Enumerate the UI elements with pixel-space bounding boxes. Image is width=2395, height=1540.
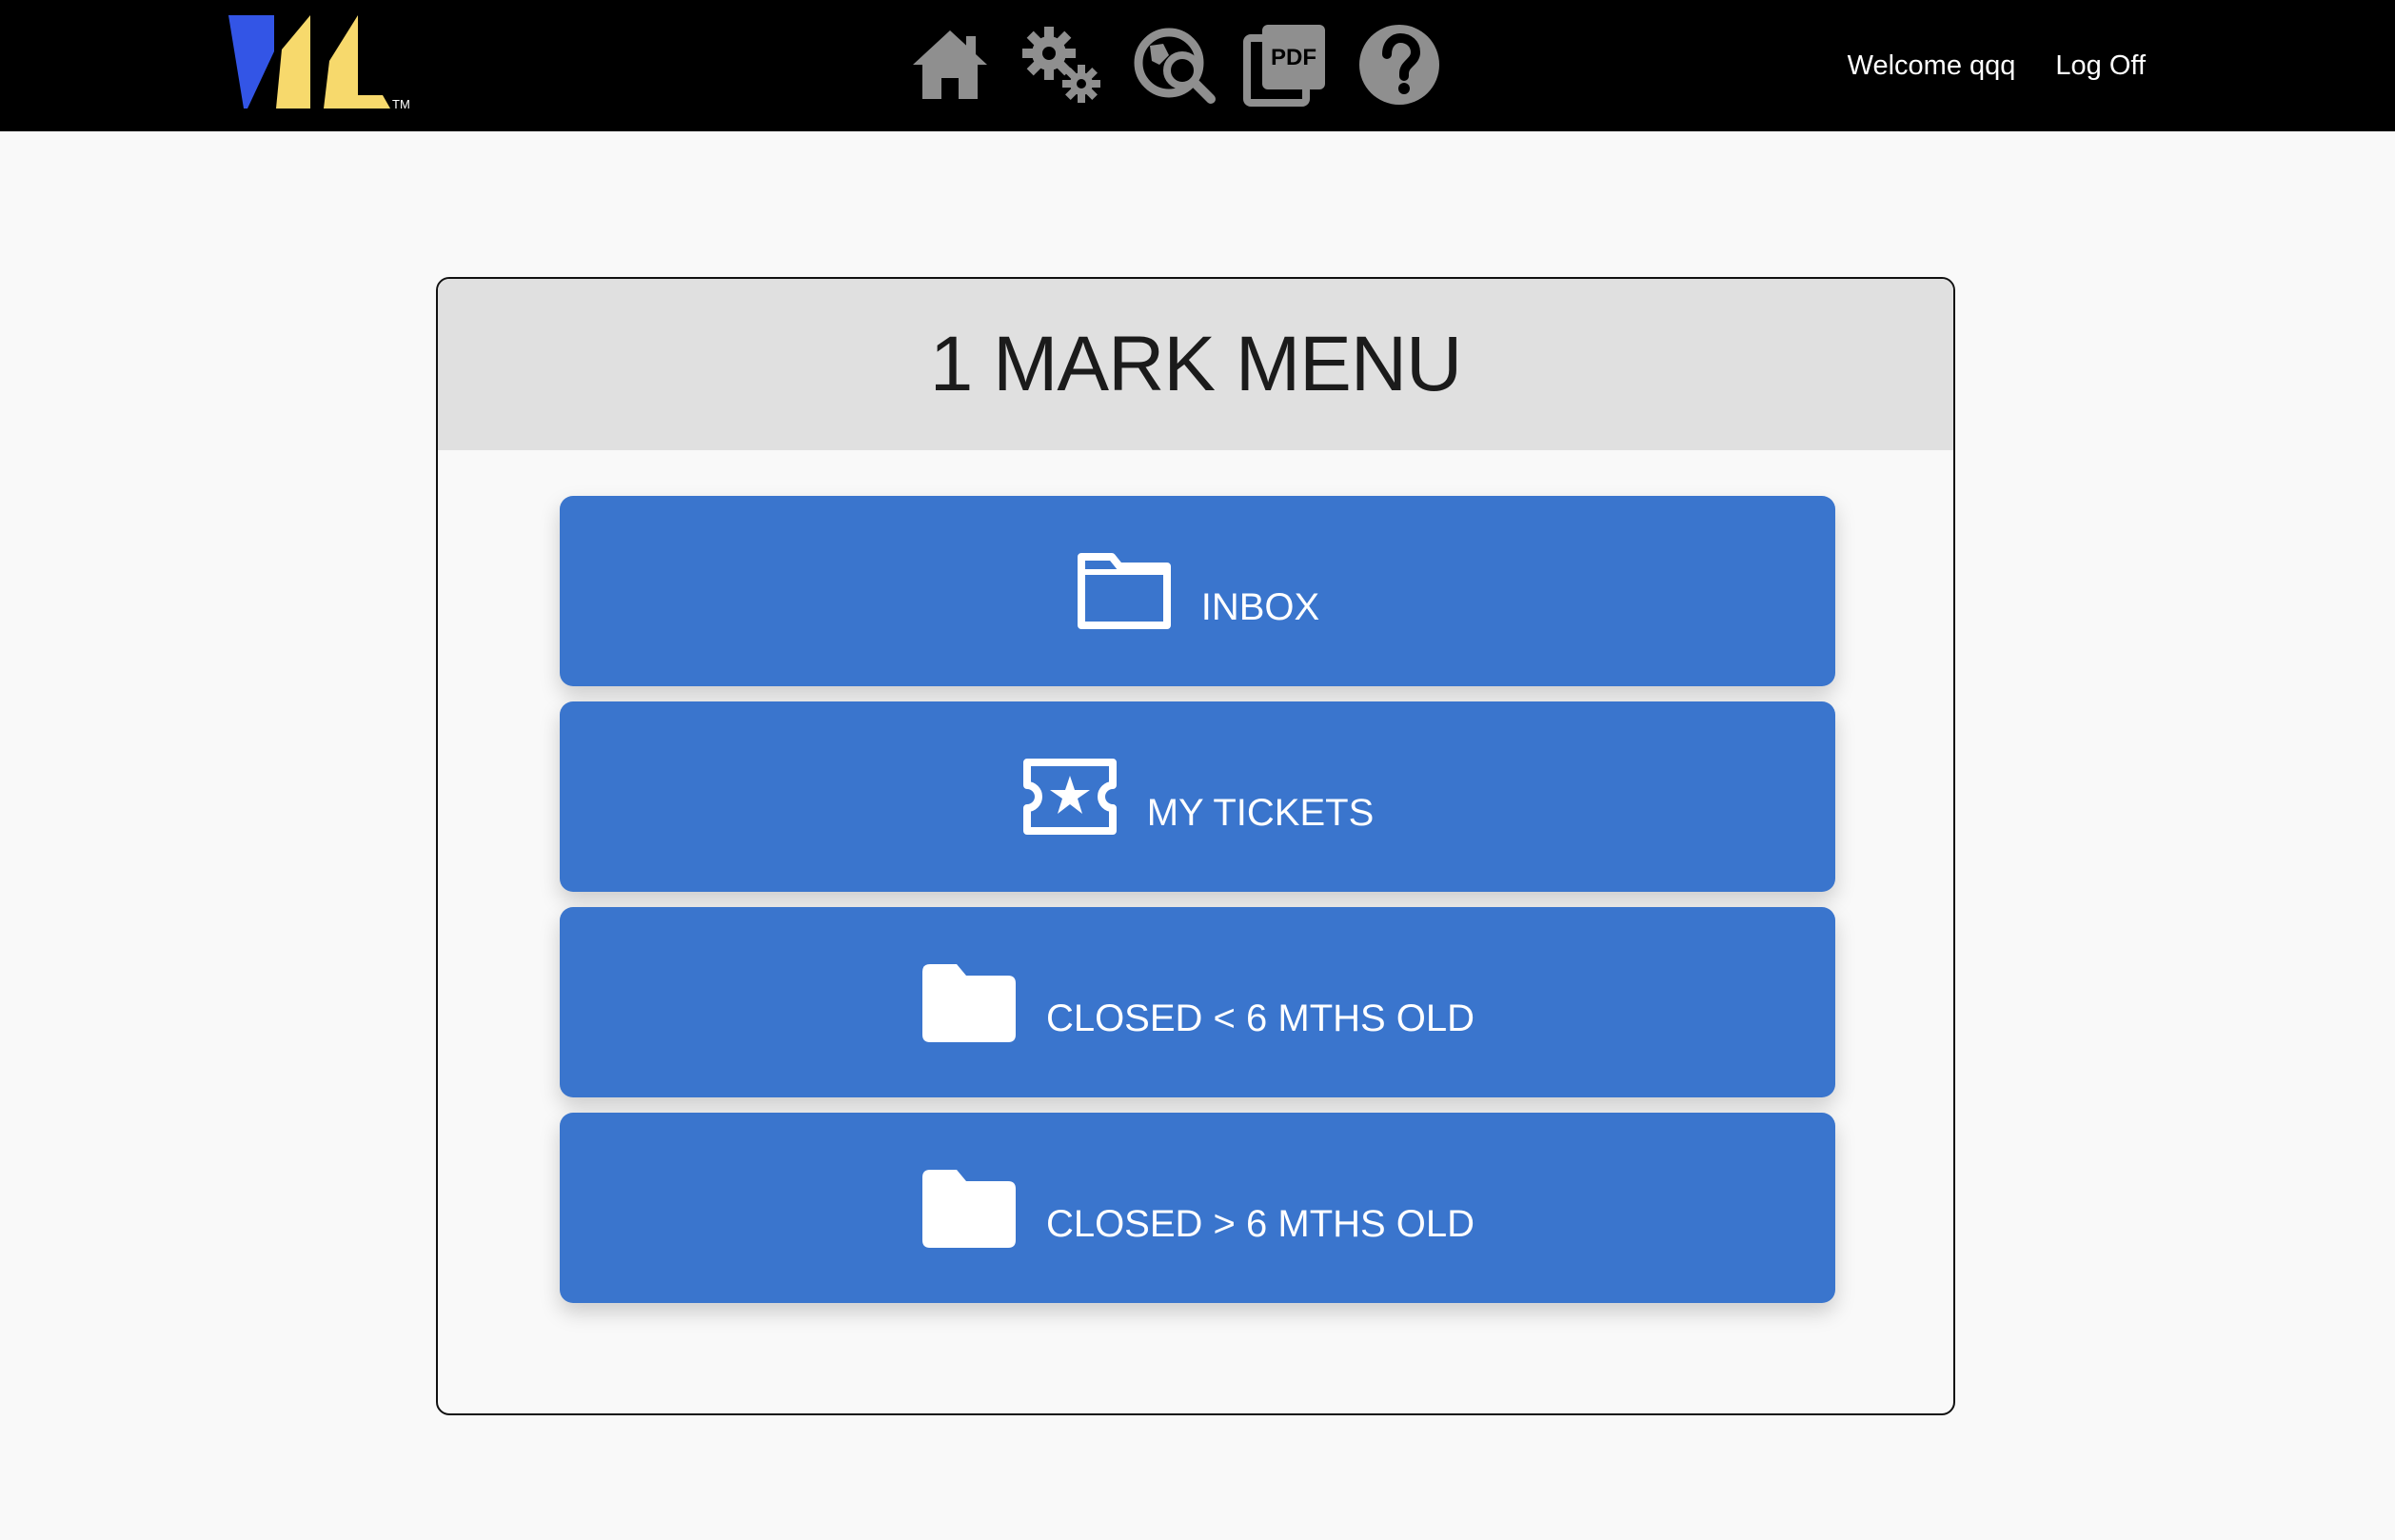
menu-card: 1 MARK MENU INBOX MY TICKETS CLOSED < 6 … bbox=[436, 277, 1955, 1415]
menu-item-label: INBOX bbox=[1200, 586, 1320, 628]
folder-filled-icon bbox=[921, 1170, 1016, 1248]
brand-logo-icon[interactable]: TM bbox=[225, 13, 415, 112]
help-icon[interactable] bbox=[1354, 21, 1445, 109]
closed-under-6-months-button[interactable]: CLOSED < 6 MTHS OLD bbox=[560, 907, 1835, 1097]
folder-filled-icon bbox=[921, 964, 1016, 1042]
card-header: 1 MARK MENU bbox=[438, 279, 1953, 450]
search-globe-icon[interactable] bbox=[1129, 21, 1220, 109]
page-title: 1 MARK MENU bbox=[929, 321, 1463, 407]
settings-gears-icon[interactable] bbox=[1017, 21, 1108, 109]
folder-outline-icon bbox=[1077, 553, 1171, 629]
svg-text:TM: TM bbox=[392, 97, 410, 111]
my-tickets-button[interactable]: MY TICKETS bbox=[560, 701, 1835, 892]
closed-over-6-months-button[interactable]: CLOSED > 6 MTHS OLD bbox=[560, 1113, 1835, 1303]
home-icon[interactable] bbox=[904, 21, 996, 109]
pdf-icon[interactable]: PDF bbox=[1241, 21, 1333, 109]
top-navigation-bar: TM PDF Welcome qqq Log Off bbox=[0, 0, 2395, 131]
user-area: Welcome qqq Log Off bbox=[1848, 0, 2146, 131]
menu-list: INBOX MY TICKETS CLOSED < 6 MTHS OLD CLO… bbox=[560, 496, 1835, 1318]
menu-item-label: CLOSED > 6 MTHS OLD bbox=[1045, 1203, 1475, 1245]
ticket-star-icon bbox=[1022, 759, 1117, 835]
menu-item-label: CLOSED < 6 MTHS OLD bbox=[1045, 997, 1475, 1039]
log-off-link[interactable]: Log Off bbox=[2055, 50, 2146, 82]
nav-icon-group: PDF bbox=[904, 21, 1445, 109]
welcome-text: Welcome qqq bbox=[1847, 49, 2016, 81]
menu-item-label: MY TICKETS bbox=[1146, 792, 1375, 834]
inbox-button[interactable]: INBOX bbox=[560, 496, 1835, 686]
pdf-icon-text: PDF bbox=[1271, 45, 1316, 70]
